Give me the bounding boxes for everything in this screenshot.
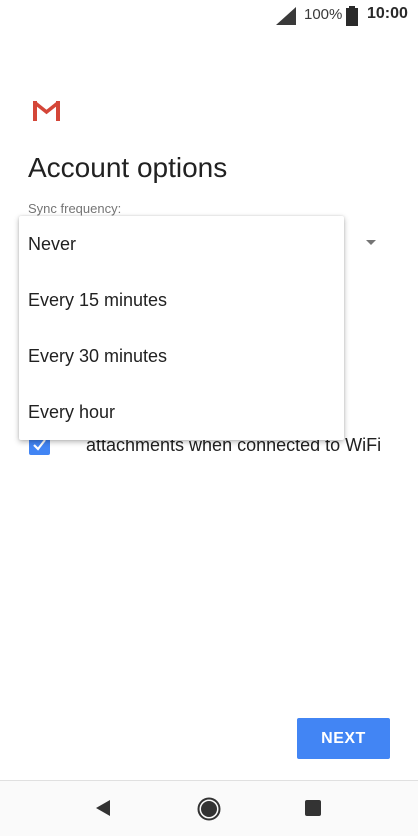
home-icon[interactable] xyxy=(197,797,221,821)
option-every-hour[interactable]: Every hour xyxy=(19,384,344,440)
page-title: Account options xyxy=(28,152,228,183)
option-never[interactable]: Never xyxy=(19,216,344,272)
sync-frequency-dropdown: Never Every 15 minutes Every 30 minutes … xyxy=(19,216,344,440)
next-button[interactable]: NEXT xyxy=(297,718,390,759)
gmail-logo-icon xyxy=(33,101,60,121)
dropdown-arrow-icon[interactable] xyxy=(366,240,376,245)
battery-icon xyxy=(346,6,358,26)
battery-percent: 100% xyxy=(304,6,343,23)
option-every-15-minutes[interactable]: Every 15 minutes xyxy=(19,272,344,328)
sync-frequency-label: Sync frequency: xyxy=(28,201,122,216)
navigation-bar xyxy=(0,780,418,836)
status-bar: 100% 10:00 xyxy=(0,0,418,32)
back-icon[interactable] xyxy=(96,800,112,816)
option-every-30-minutes[interactable]: Every 30 minutes xyxy=(19,328,344,384)
status-time: 10:00 xyxy=(367,5,408,22)
signal-icon xyxy=(276,7,296,25)
recent-apps-icon[interactable] xyxy=(305,800,321,816)
